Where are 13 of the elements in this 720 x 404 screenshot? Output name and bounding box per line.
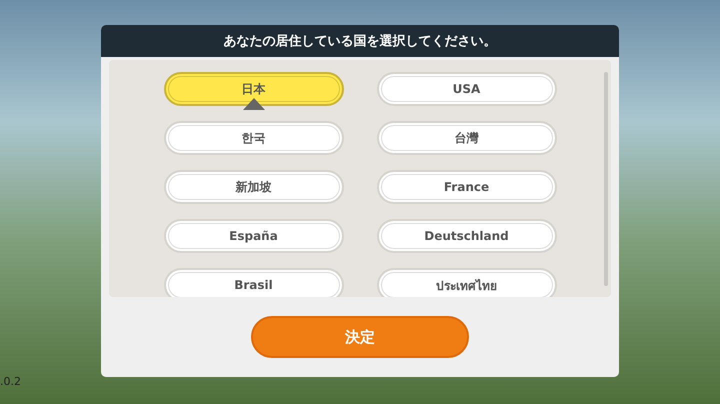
country-button[interactable]: Brasil (164, 268, 344, 297)
country-button[interactable]: USA (376, 72, 556, 106)
country-button[interactable]: 新加坡 (164, 170, 344, 204)
country-button[interactable]: France (376, 170, 556, 204)
country-button[interactable]: España (164, 219, 344, 253)
dialog-title: あなたの居住している国を選択してください。 (224, 33, 496, 50)
country-button[interactable]: Deutschland (376, 219, 556, 253)
pointer-triangle-icon (242, 98, 264, 110)
country-button[interactable]: ประเทศไทย (376, 268, 556, 297)
country-button[interactable]: 台灣 (376, 121, 556, 155)
country-button[interactable]: 한국 (164, 121, 344, 155)
country-button[interactable]: 日本 (164, 72, 344, 106)
version-text: .0.2 (0, 375, 21, 388)
